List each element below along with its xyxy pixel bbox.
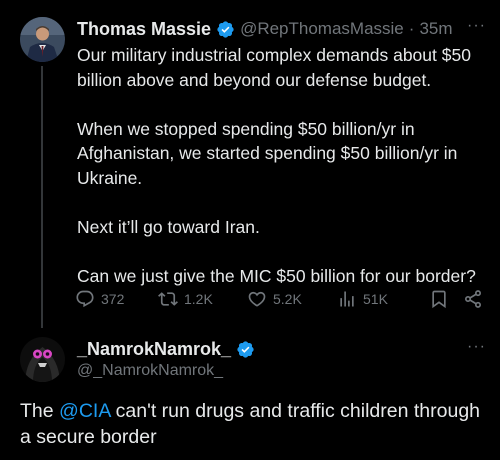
like-button[interactable]: 5.2K [247, 289, 302, 309]
author-name-2[interactable]: _NamrokNamrok_ [77, 339, 231, 360]
action-bar: 372 1.2K 5.2K 51K [75, 287, 485, 311]
bookmark-button[interactable] [429, 289, 449, 309]
views-icon [340, 291, 354, 307]
tweet-body-2: The @CIA can't run drugs and traffic chi… [20, 399, 490, 450]
reply-icon [76, 290, 94, 308]
tweet-body: Our military industrial complex demands … [77, 43, 491, 289]
more-icon[interactable]: ··· [467, 17, 486, 35]
like-count: 5.2K [273, 291, 302, 307]
more-icon[interactable]: ··· [467, 338, 486, 356]
tweet-paragraph: Next it’ll go toward Iran. [77, 217, 260, 238]
timestamp[interactable]: 35m [419, 19, 452, 39]
mention-link[interactable]: @CIA [59, 400, 110, 422]
tweet-header-2: _NamrokNamrok_ [77, 338, 255, 360]
avatar-thomas-massie[interactable] [20, 17, 65, 62]
author-handle-2[interactable]: @_NamrokNamrok_ [77, 362, 223, 380]
views-count: 51K [363, 291, 388, 307]
retweet-button[interactable]: 1.2K [158, 289, 213, 309]
like-icon [248, 291, 266, 307]
views-button[interactable]: 51K [337, 289, 388, 309]
author-name[interactable]: Thomas Massie [77, 19, 211, 40]
tweet-paragraph: Our military industrial complex demands … [77, 45, 471, 90]
tweet-paragraph: Can we just give the MIC $50 billion for… [77, 266, 476, 287]
retweet-icon [158, 292, 178, 306]
share-icon [465, 290, 481, 308]
tweet-paragraph: When we stopped spending $50 billion/yr … [77, 118, 458, 188]
retweet-count: 1.2K [184, 291, 213, 307]
reply-count: 372 [101, 291, 125, 307]
avatar-namrok[interactable] [20, 337, 65, 382]
tweet-text-before: The [20, 400, 60, 422]
separator-dot: · [408, 19, 415, 38]
reply-button[interactable]: 372 [75, 289, 124, 309]
tweet-header: Thomas Massie @RepThomasMassie · 35m ··· [77, 17, 486, 41]
author-handle[interactable]: @RepThomasMassie [240, 19, 404, 39]
verified-badge-icon [216, 20, 235, 39]
share-button[interactable] [463, 289, 483, 309]
tweet-main[interactable]: Thomas Massie @RepThomasMassie · 35m ···… [0, 0, 500, 328]
thread-line [41, 66, 43, 328]
verified-badge-icon [236, 340, 255, 359]
bookmark-icon [432, 290, 446, 309]
